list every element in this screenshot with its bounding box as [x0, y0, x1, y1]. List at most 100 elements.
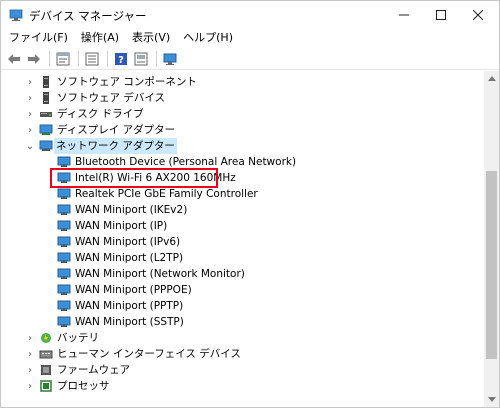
tree-item-label: ネットワーク アダプター — [54, 138, 177, 154]
tree-item-battery[interactable]: › バッテリ — [2, 330, 482, 346]
chevron-right-icon[interactable]: › — [24, 122, 36, 138]
tree-item-wan-l2tp[interactable]: WAN Miniport (L2TP) — [2, 250, 482, 266]
tree-item-label: ソフトウェア デバイス — [57, 92, 166, 104]
properties-button[interactable] — [54, 50, 72, 68]
scroll-up-icon — [487, 76, 496, 81]
tree-item-label: WAN Miniport (IP) — [75, 220, 168, 232]
network-device-icon — [57, 236, 71, 247]
forward-arrow-icon — [28, 53, 40, 64]
chevron-right-icon[interactable]: › — [24, 346, 36, 362]
tree-item-wan-pptp[interactable]: WAN Miniport (PPTP) — [2, 298, 482, 314]
processor-icon — [40, 380, 52, 392]
monitor-icon — [163, 53, 177, 65]
network-device-icon — [57, 220, 71, 231]
tree-item-label: WAN Miniport (SSTP) — [75, 316, 184, 328]
vertical-scrollbar[interactable] — [484, 71, 499, 407]
tree-item-bluetooth-pan[interactable]: Bluetooth Device (Personal Area Network) — [2, 154, 482, 170]
tree-item-wan-ipv6[interactable]: WAN Miniport (IPv6) — [2, 234, 482, 250]
forward-button[interactable] — [25, 50, 43, 68]
tree-item-network-adapters[interactable]: ⌄ ネットワーク アダプター — [2, 138, 482, 154]
network-device-icon — [57, 204, 71, 215]
menu-help[interactable]: ヘルプ(H) — [178, 29, 238, 47]
scan-hardware-button[interactable] — [161, 50, 179, 68]
toolbar-separator — [49, 50, 50, 67]
tree-item-hid[interactable]: › ヒューマン インターフェイス デバイス — [2, 346, 482, 362]
tree-item-wan-network-monitor[interactable]: WAN Miniport (Network Monitor) — [2, 266, 482, 282]
network-adapter-icon — [39, 140, 53, 151]
tree-item-label: WAN Miniport (IPv6) — [75, 236, 181, 248]
chevron-right-icon[interactable]: › — [24, 74, 36, 90]
tree-item-wan-ip[interactable]: WAN Miniport (IP) — [2, 218, 482, 234]
network-device-icon — [57, 300, 71, 311]
window-title: デバイス マネージャー — [29, 9, 147, 23]
properties-icon — [56, 52, 70, 65]
network-device-icon — [57, 156, 71, 167]
minimize-icon — [399, 14, 409, 16]
tree-item-label: WAN Miniport (IKEv2) — [75, 204, 188, 216]
tree-item-label: WAN Miniport (L2TP) — [75, 252, 184, 264]
maximize-button[interactable] — [422, 1, 460, 29]
software-component-icon — [43, 76, 49, 88]
tree-item-label: Intel(R) Wi-Fi 6 AX200 160MHz — [75, 172, 236, 184]
disk-drive-icon — [40, 112, 52, 117]
tree-item-display-adapters[interactable]: › ディスプレイ アダプター — [2, 122, 482, 138]
title-bar[interactable]: デバイス マネージャー — [1, 1, 499, 29]
hid-icon — [39, 350, 53, 359]
display-adapter-icon — [39, 124, 53, 135]
device-manager-app-icon — [9, 9, 23, 21]
battery-icon — [41, 333, 51, 343]
chevron-right-icon[interactable]: › — [24, 330, 36, 346]
list-button[interactable] — [83, 50, 101, 68]
tree-item-label: ファームウェア — [57, 364, 131, 376]
menu-action[interactable]: 操作(A) — [76, 29, 124, 47]
tree-item-firmware[interactable]: › ファームウェア — [2, 362, 482, 378]
network-device-icon — [57, 252, 71, 263]
tree-item-realtek[interactable]: Realtek PCIe GbE Family Controller — [2, 186, 482, 202]
tree-item-label: WAN Miniport (Network Monitor) — [75, 268, 245, 280]
help-icon: ? — [115, 52, 127, 66]
network-device-icon — [57, 284, 71, 295]
view-button[interactable] — [132, 50, 150, 68]
close-icon — [473, 10, 483, 20]
tree-item-disk-drives[interactable]: › ディスク ドライブ — [2, 106, 482, 122]
back-button[interactable] — [5, 50, 23, 68]
menu-file[interactable]: ファイル(F) — [4, 29, 73, 47]
chevron-right-icon[interactable]: › — [24, 90, 36, 106]
toolbar-separator — [78, 50, 79, 67]
chevron-right-icon[interactable]: › — [24, 362, 36, 378]
tree-item-label: プロセッサ — [57, 380, 110, 392]
toolbar-separator — [107, 50, 108, 67]
tree-item-software-components[interactable]: › ソフトウェア コンポーネント — [2, 74, 482, 90]
tree-item-software-devices[interactable]: › ソフトウェア デバイス — [2, 90, 482, 106]
menu-view[interactable]: 表示(V) — [127, 29, 175, 47]
tree-item-label: ヒューマン インターフェイス デバイス — [57, 348, 241, 360]
scroll-up-button[interactable] — [484, 71, 499, 86]
maximize-icon — [436, 10, 446, 20]
tree-item-wan-sstp[interactable]: WAN Miniport (SSTP) — [2, 314, 482, 330]
list-icon — [85, 52, 99, 65]
view-icon — [134, 52, 148, 65]
svg-text:?: ? — [118, 55, 124, 66]
network-device-icon — [57, 188, 71, 199]
device-tree: › ソフトウェア コンポーネント › ソフトウェア デバイス › ディスク ドラ… — [2, 71, 482, 407]
scroll-down-button[interactable] — [484, 392, 499, 407]
tree-item-label: ソフトウェア コンポーネント — [57, 76, 197, 88]
help-button[interactable]: ? — [112, 50, 130, 68]
tree-item-label: Bluetooth Device (Personal Area Network) — [75, 156, 297, 168]
menu-bar: ファイル(F) 操作(A) 表示(V) ヘルプ(H) — [1, 29, 499, 47]
tree-item-intel-wifi[interactable]: Intel(R) Wi-Fi 6 AX200 160MHz — [2, 170, 482, 186]
tree-item-label: WAN Miniport (PPPOE) — [75, 284, 192, 296]
tree-item-wan-ikev2[interactable]: WAN Miniport (IKEv2) — [2, 202, 482, 218]
toolbar-separator — [156, 50, 157, 67]
network-device-icon — [57, 316, 71, 327]
chevron-right-icon[interactable]: › — [24, 378, 36, 394]
scrollbar-thumb[interactable] — [486, 171, 497, 359]
tree-item-label: バッテリ — [57, 332, 99, 344]
chevron-right-icon[interactable]: › — [24, 106, 36, 122]
tree-item-wan-pppoe[interactable]: WAN Miniport (PPPOE) — [2, 282, 482, 298]
tree-item-processor[interactable]: › プロセッサ — [2, 378, 482, 394]
close-button[interactable] — [459, 1, 497, 29]
toolbar: ? — [1, 48, 499, 70]
minimize-button[interactable] — [385, 1, 423, 29]
chevron-down-icon[interactable]: ⌄ — [24, 138, 36, 154]
